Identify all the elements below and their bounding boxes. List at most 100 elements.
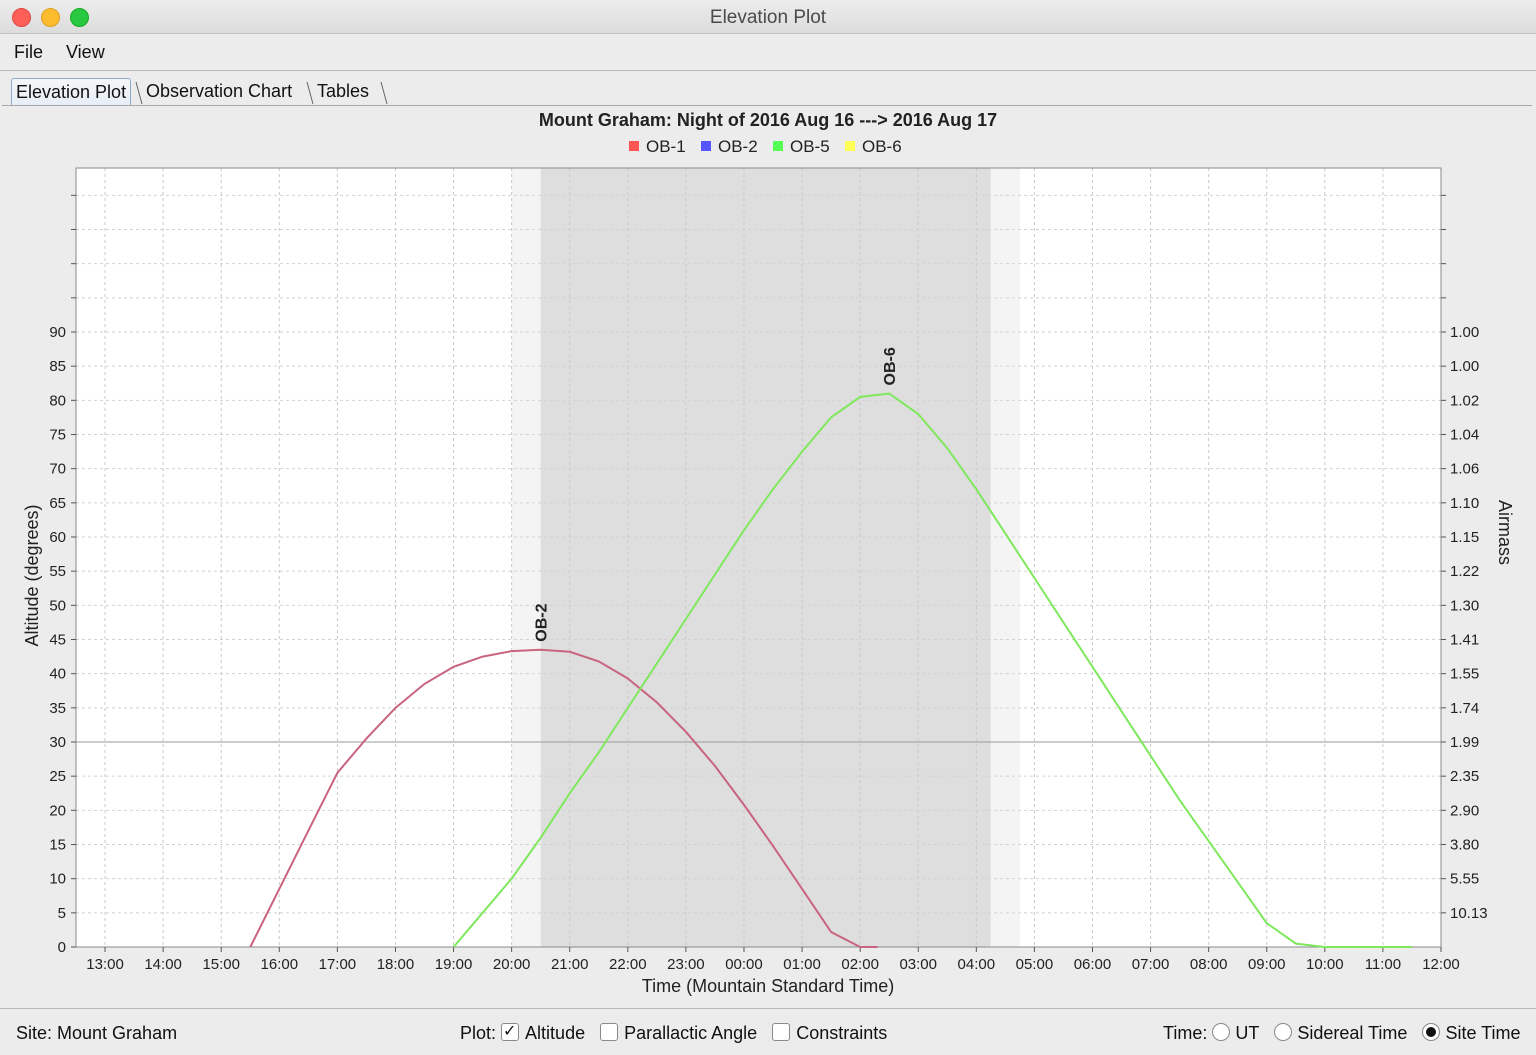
x-tick-label: 06:00 — [1074, 956, 1112, 973]
y-tick-label: 35 — [49, 700, 66, 717]
constraints-label[interactable]: Constraints — [796, 1023, 887, 1043]
x-tick-label: 11:00 — [1365, 956, 1401, 973]
y-tick-label: 25 — [49, 768, 66, 785]
y-tick-label: 10 — [49, 871, 66, 888]
site-time-label[interactable]: Site Time — [1445, 1023, 1520, 1043]
parallactic-angle-label[interactable]: Parallactic Angle — [624, 1023, 757, 1043]
altitude-label[interactable]: Altitude — [525, 1023, 585, 1043]
x-tick-label: 19:00 — [435, 956, 473, 973]
airmass-tick-label: 1.30 — [1450, 597, 1479, 614]
y-tick-label: 45 — [49, 632, 66, 649]
tab-elevation-plot[interactable]: Elevation Plot — [11, 78, 132, 105]
x-tick-label: 09:00 — [1248, 956, 1286, 973]
airmass-tick-label: 1.10 — [1450, 495, 1479, 512]
y-tick-label: 75 — [49, 427, 66, 444]
legend-swatch — [701, 141, 711, 151]
sidereal-time-label[interactable]: Sidereal Time — [1297, 1023, 1407, 1043]
tab-bar: Elevation Plot Observation Chart Tables — [0, 76, 1536, 106]
menu-bar: File View — [0, 34, 1536, 71]
title-bar: Elevation Plot — [0, 0, 1536, 34]
tab-observation-chart[interactable]: Observation Chart — [142, 78, 296, 104]
airmass-tick-label: 1.00 — [1450, 324, 1479, 341]
airmass-tick-label: 2.35 — [1450, 768, 1479, 785]
plot-label: Plot: — [460, 1023, 497, 1043]
x-axis-label: Time (Mountain Standard Time) — [642, 976, 894, 996]
y-tick-label: 50 — [49, 597, 66, 614]
x-tick-label: 12:00 — [1422, 956, 1460, 973]
legend-swatch — [845, 141, 855, 151]
airmass-tick-label: 1.99 — [1450, 734, 1479, 751]
legend-label: OB-6 — [862, 137, 902, 156]
status-bar: Site: Mount Graham Plot: Altitude Parall… — [0, 1008, 1536, 1055]
x-tick-label: 21:00 — [551, 956, 589, 973]
site-label: Site: Mount Graham — [16, 1023, 178, 1043]
x-tick-label: 04:00 — [958, 956, 996, 973]
x-tick-label: 02:00 — [841, 956, 879, 973]
x-tick-label: 05:00 — [1016, 956, 1054, 973]
series-peak-label: OB-2 — [534, 603, 551, 641]
menu-view[interactable]: View — [66, 42, 105, 63]
x-tick-label: 20:00 — [493, 956, 531, 973]
x-tick-label: 17:00 — [319, 956, 357, 973]
airmass-tick-label: 10.13 — [1450, 905, 1488, 922]
menu-file[interactable]: File — [14, 42, 43, 63]
airmass-tick-label: 1.04 — [1450, 427, 1479, 444]
y-tick-label: 80 — [49, 392, 66, 409]
airmass-tick-label: 1.02 — [1450, 392, 1479, 409]
time-options: Time: UT Sidereal Time Site Time — [1163, 1023, 1520, 1044]
altitude-checkbox[interactable] — [501, 1021, 520, 1041]
x-tick-label: 03:00 — [899, 956, 937, 973]
y-tick-label: 55 — [49, 563, 66, 580]
y-tick-label: 85 — [49, 358, 66, 375]
tab-tables[interactable]: Tables — [313, 78, 373, 104]
y-tick-label: 60 — [49, 529, 66, 546]
series-peak-label: OB-6 — [882, 347, 899, 385]
site-time-radio[interactable] — [1422, 1023, 1441, 1041]
ut-radio[interactable] — [1212, 1023, 1231, 1041]
x-tick-label: 14:00 — [144, 956, 182, 973]
legend-label: OB-2 — [718, 137, 758, 156]
legend-label: OB-5 — [790, 137, 830, 156]
night-band — [540, 168, 991, 947]
y-tick-label: 65 — [49, 495, 66, 512]
y-axis-label: Altitude (degrees) — [22, 504, 42, 646]
plot-options: Plot: Altitude Parallactic Angle Constra… — [460, 1021, 887, 1044]
x-tick-label: 10:00 — [1306, 956, 1344, 973]
x-tick-label: 08:00 — [1190, 956, 1228, 973]
airmass-tick-label: 2.90 — [1450, 802, 1479, 819]
y-tick-label: 40 — [49, 666, 66, 683]
night-band — [990, 168, 1020, 947]
airmass-tick-label: 1.00 — [1450, 358, 1479, 375]
tab-separator — [380, 81, 388, 104]
y-tick-label: 15 — [49, 837, 66, 854]
parallactic-angle-checkbox[interactable] — [600, 1023, 619, 1041]
x-tick-label: 15:00 — [202, 956, 240, 973]
airmass-tick-label: 1.55 — [1450, 666, 1479, 683]
night-band — [511, 168, 541, 947]
time-label: Time: — [1163, 1023, 1208, 1043]
x-tick-label: 07:00 — [1132, 956, 1170, 973]
airmass-tick-label: 1.06 — [1450, 461, 1479, 478]
sidereal-time-radio[interactable] — [1274, 1023, 1293, 1041]
elevation-plot-chart[interactable]: Mount Graham: Night of 2016 Aug 16 ---> … — [0, 105, 1536, 1005]
x-tick-label: 23:00 — [667, 956, 705, 973]
y-tick-label: 5 — [58, 905, 66, 922]
legend-swatch — [773, 141, 783, 151]
airmass-tick-label: 1.15 — [1450, 529, 1479, 546]
airmass-tick-label: 1.74 — [1450, 700, 1479, 717]
airmass-tick-label: 5.55 — [1450, 871, 1479, 888]
y-tick-label: 0 — [58, 939, 66, 956]
x-tick-label: 22:00 — [609, 956, 647, 973]
y-tick-label: 20 — [49, 802, 66, 819]
x-tick-label: 18:00 — [377, 956, 415, 973]
window-title: Elevation Plot — [709, 7, 827, 28]
airmass-tick-label: 3.80 — [1450, 837, 1479, 854]
chart-title: Mount Graham: Night of 2016 Aug 16 ---> … — [539, 110, 997, 130]
ut-label[interactable]: UT — [1235, 1023, 1259, 1043]
x-tick-label: 01:00 — [783, 956, 821, 973]
constraints-checkbox[interactable] — [772, 1023, 791, 1041]
x-tick-label: 13:00 — [86, 956, 124, 973]
x-tick-label: 16:00 — [261, 956, 299, 973]
legend-label: OB-1 — [646, 137, 686, 156]
legend-swatch — [629, 141, 639, 151]
